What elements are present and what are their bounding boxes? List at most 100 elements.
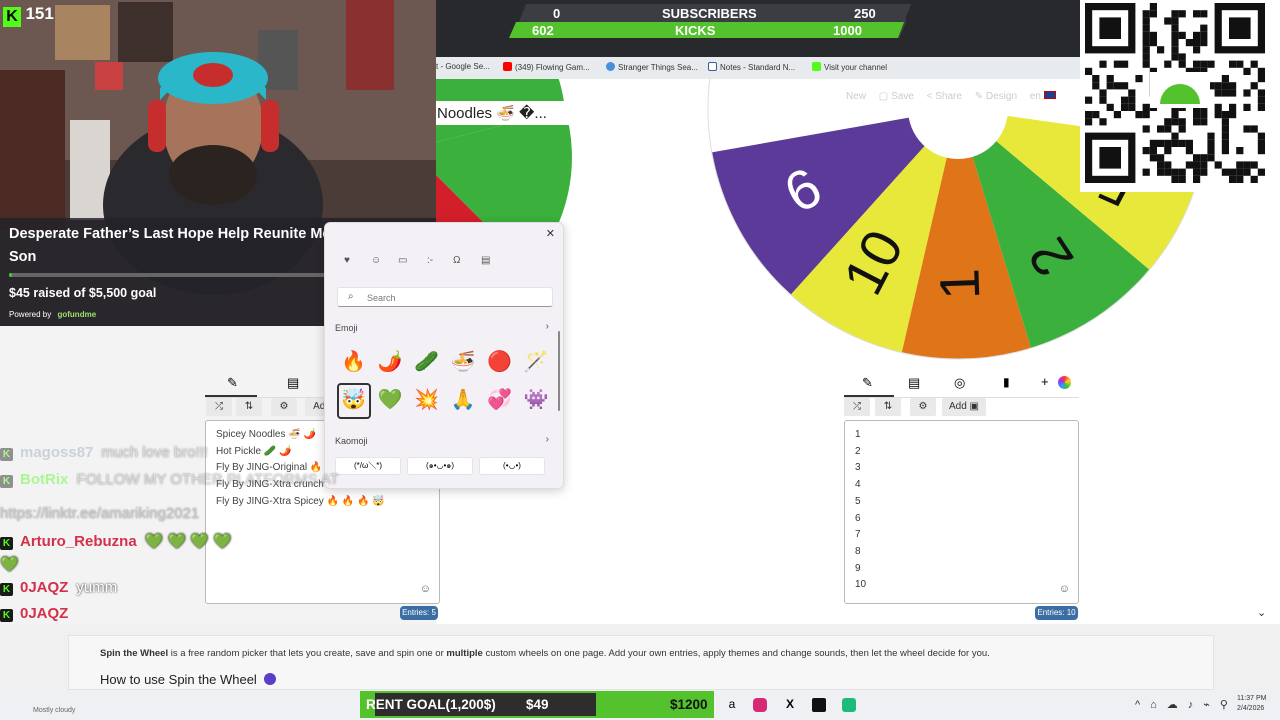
emoji-option[interactable]: 💥: [414, 390, 439, 410]
emoji-option[interactable]: 💞: [487, 390, 512, 410]
entry-line: 4: [855, 479, 861, 491]
chevron-right-icon[interactable]: ›: [546, 434, 549, 445]
chevron-down-icon[interactable]: ⌄: [1257, 606, 1266, 619]
smiley-category-icon[interactable]: ☺: [371, 255, 381, 266]
chat-username[interactable]: 0JAQZ: [20, 579, 68, 596]
kick-logo-icon: K: [3, 7, 21, 27]
instagram-icon[interactable]: [753, 698, 767, 712]
kick-badge-icon: K: [0, 609, 13, 622]
entry-line: 10: [855, 579, 867, 591]
pencil-icon[interactable]: ✎: [227, 375, 238, 391]
qr-code: [1080, 0, 1280, 192]
clipboard-icon[interactable]: ▤: [287, 375, 299, 391]
app-icon[interactable]: [842, 698, 856, 712]
clipboard-icon[interactable]: ▤: [908, 375, 920, 391]
rent-goal-current: $49: [526, 697, 549, 712]
amazon-icon[interactable]: a: [724, 697, 740, 713]
design-button[interactable]: ✎ Design: [975, 91, 1017, 102]
emoji-option[interactable]: 🌶️: [378, 352, 403, 372]
emoji-option[interactable]: 🔴: [487, 352, 512, 372]
emoji-option[interactable]: 🔥: [341, 352, 366, 372]
emoji-panel: ✕ ♥ ☺ ▭ :- Ω ▤ ⌕ Search Emoji › 🔥 🌶️ 🥒 🍜 🔴 🪄 🤯…: [324, 222, 564, 489]
entry-line: 6: [855, 512, 861, 524]
add-image-button[interactable]: Add ▣: [942, 398, 986, 416]
chat-text: yumm: [76, 579, 118, 596]
emoji-selection-box: [337, 383, 371, 419]
bookmark-label: Stranger Things Sea...: [618, 63, 698, 72]
bookmark-label: t - Google Se...: [436, 62, 490, 71]
close-icon[interactable]: ✕: [546, 227, 555, 240]
emoji-option[interactable]: 🍜: [451, 352, 476, 372]
bookmark-stranger-things[interactable]: Stranger Things Sea...: [606, 62, 698, 72]
bookmark-label: (349) Flowing Gam...: [515, 63, 590, 72]
bookmark-youtube[interactable]: (349) Flowing Gam...: [503, 62, 590, 72]
viewer-count: 151: [25, 4, 54, 23]
clipboard-category-icon[interactable]: ▤: [481, 255, 490, 266]
emoji-search-input[interactable]: ⌕ Search: [337, 287, 553, 307]
emoji-option[interactable]: 🙏: [451, 390, 476, 410]
new-button[interactable]: New: [846, 91, 866, 102]
emoji-option[interactable]: 👾: [524, 390, 549, 410]
kick-badge-icon: K: [0, 448, 13, 461]
bookmark-kick-channel[interactable]: Visit your channel: [812, 62, 887, 72]
chat-username[interactable]: BotRix: [20, 471, 68, 488]
kaomoji-option[interactable]: (•◡•): [479, 457, 545, 475]
chat-username[interactable]: 0JAQZ: [20, 605, 68, 622]
chevron-right-icon[interactable]: ›: [546, 321, 549, 332]
language-button[interactable]: en: [1030, 91, 1056, 102]
sort-button[interactable]: ⇅: [236, 398, 262, 416]
emoji-option[interactable]: 🥒: [414, 352, 439, 372]
system-tray[interactable]: ^⌂☁♪⌁⚲: [1135, 698, 1238, 711]
search-placeholder: Search: [367, 293, 396, 303]
bookmark-notes[interactable]: Notes - Standard N...: [708, 62, 795, 72]
clock-time: 11:37 PM: [1237, 695, 1267, 702]
right-editor-tabs: ✎ ▤ ◎ ▮ +: [844, 374, 1079, 393]
emoji-option[interactable]: 🪄: [524, 352, 549, 372]
settings-button[interactable]: ⚙: [271, 398, 297, 416]
right-entries-textarea[interactable]: 1 2 3 4 5 6 7 8 9 10 ☺: [844, 420, 1079, 604]
bookmark-label: Visit your channel: [824, 63, 887, 72]
plus-icon[interactable]: +: [1041, 374, 1049, 389]
active-tab-underline: [844, 395, 894, 397]
x-icon[interactable]: X: [783, 697, 797, 711]
uk-flag-icon: [1043, 91, 1056, 99]
symbol-category-icon[interactable]: :-: [427, 255, 433, 266]
rent-goal-bar: RENT GOAL(1,200$) $49 $1200: [360, 691, 714, 718]
color-wheel-icon[interactable]: [1058, 376, 1071, 389]
hide-icon[interactable]: ◎: [954, 375, 965, 391]
subscribers-current: 0: [553, 6, 561, 21]
chat-username[interactable]: magoss87: [20, 444, 93, 461]
sort-button[interactable]: ⇅: [875, 398, 901, 416]
pencil-icon[interactable]: ✎: [862, 375, 873, 391]
emoji-option[interactable]: 💚: [378, 390, 403, 410]
right-editor-toolbar: ⤮ ⇅ ⚙ Add ▣: [844, 398, 1079, 416]
kaomoji-option[interactable]: (*/ω＼*): [335, 457, 401, 475]
terminal-icon[interactable]: [812, 698, 826, 712]
kaomoji-option[interactable]: (๑•◡•๑): [407, 457, 473, 475]
kicks-current: 602: [532, 23, 554, 38]
chat-message: K BotRix FOLLOW MY OTHER PLATFORMS AT: [0, 471, 339, 488]
share-button[interactable]: < Share: [927, 91, 962, 102]
bookmark-label: Notes - Standard N...: [720, 63, 796, 72]
emoji-scrollbar[interactable]: [558, 331, 560, 411]
settings-button[interactable]: ⚙: [910, 398, 936, 416]
chat-username[interactable]: Arturo_Rebuzna: [20, 533, 137, 550]
bookmark-google[interactable]: t - Google Se...: [436, 62, 490, 71]
design-label: Design: [985, 91, 1018, 102]
chat-message: https://linktr.ee/amariking2021: [0, 505, 199, 522]
emoji-picker-icon[interactable]: ☺: [1059, 583, 1070, 595]
special-char-category-icon[interactable]: Ω: [453, 255, 460, 266]
info-part-a: is a free random picker that lets you cr…: [168, 648, 447, 659]
gif-category-icon[interactable]: ▭: [398, 255, 407, 266]
active-tab-underline: [205, 395, 257, 397]
trash-icon[interactable]: ▮: [1003, 375, 1010, 389]
shuffle-button[interactable]: ⤮: [206, 398, 232, 416]
entry-line: 8: [855, 545, 861, 557]
shuffle-button[interactable]: ⤮: [844, 398, 870, 416]
entry-line: 1: [855, 429, 861, 440]
subscribers-goal: 250: [854, 6, 876, 21]
heart-category-icon[interactable]: ♥: [344, 255, 350, 266]
save-button[interactable]: ▢ Save: [879, 91, 914, 102]
emoji-picker-icon[interactable]: ☺: [420, 583, 431, 595]
entry-line: 9: [855, 562, 861, 574]
